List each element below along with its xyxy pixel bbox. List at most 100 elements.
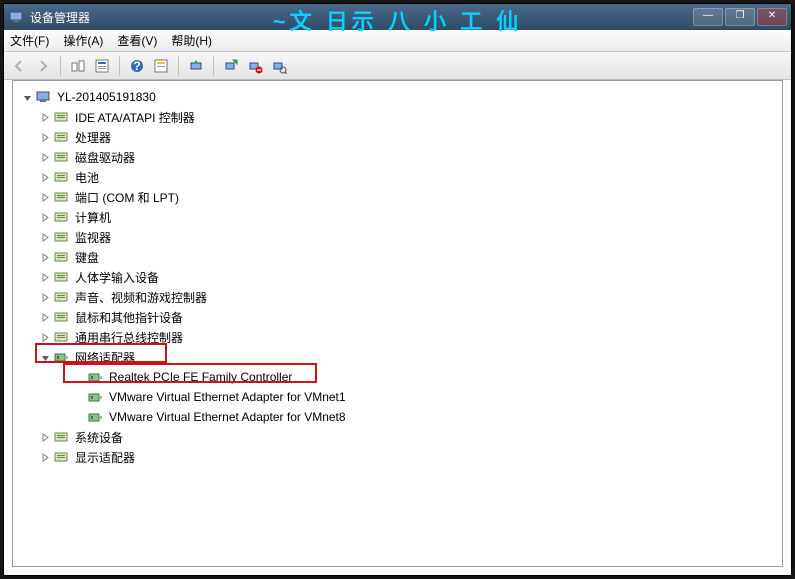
device-icon (53, 449, 69, 465)
tree-category-10[interactable]: 鼠标和其他指针设备 (17, 307, 778, 327)
back-button (8, 55, 30, 77)
tree-pane[interactable]: YL-201405191830 IDE ATA/ATAPI 控制器处理器磁盘驱动器… (12, 80, 783, 567)
maximize-button[interactable]: ❐ (725, 8, 755, 26)
device-icon (53, 129, 69, 145)
menu-help[interactable]: 帮助(H) (171, 32, 212, 49)
expander-icon[interactable] (39, 111, 51, 123)
menu-file[interactable]: 文件(F) (10, 32, 49, 49)
tree-category-0[interactable]: IDE ATA/ATAPI 控制器 (17, 107, 778, 127)
properties-button[interactable] (150, 55, 172, 77)
uninstall-button[interactable] (220, 55, 242, 77)
expander-icon[interactable] (73, 391, 85, 403)
device-icon (53, 229, 69, 245)
expander-icon[interactable] (21, 91, 33, 103)
tree-category-4[interactable]: 端口 (COM 和 LPT) (17, 187, 778, 207)
toolbar-separator (60, 56, 61, 76)
toolbar-separator (213, 56, 214, 76)
tree-item-label: YL-201405191830 (55, 89, 158, 105)
tree-item-label: 通用串行总线控制器 (73, 328, 185, 347)
tree-item-label: 磁盘驱动器 (73, 148, 137, 167)
expander-icon[interactable] (73, 411, 85, 423)
toolbar-separator (119, 56, 120, 76)
expander-icon[interactable] (39, 431, 51, 443)
forward-button (32, 55, 54, 77)
tree-device-12-2[interactable]: VMware Virtual Ethernet Adapter for VMne… (17, 407, 778, 427)
tree-category-11[interactable]: 通用串行总线控制器 (17, 327, 778, 347)
tree-category-1[interactable]: 处理器 (17, 127, 778, 147)
expander-icon[interactable] (39, 171, 51, 183)
expander-icon[interactable] (39, 351, 51, 363)
tree-root[interactable]: YL-201405191830 (17, 87, 778, 107)
device-icon (53, 429, 69, 445)
toolbar-separator (178, 56, 179, 76)
device-icon (53, 309, 69, 325)
device-manager-window: 设备管理器 — ❐ ✕ ~文 日示 八 小 工 仙 文件(F) 操作(A) 查看… (3, 3, 792, 576)
tree-item-label: 系统设备 (73, 428, 125, 447)
toolbar: ? (4, 52, 791, 80)
svg-text:?: ? (133, 59, 140, 73)
tree-item-label: 鼠标和其他指针设备 (73, 308, 185, 327)
expander-icon[interactable] (39, 231, 51, 243)
device-icon (87, 369, 103, 385)
device-icon (53, 109, 69, 125)
app-icon (8, 9, 24, 25)
tree-category-6[interactable]: 监视器 (17, 227, 778, 247)
device-icon (53, 249, 69, 265)
disable-button[interactable] (244, 55, 266, 77)
minimize-button[interactable]: — (693, 8, 723, 26)
tree-category-13[interactable]: 系统设备 (17, 427, 778, 447)
tree-item-label: 显示适配器 (73, 448, 137, 467)
menu-view[interactable]: 查看(V) (117, 32, 157, 49)
expander-icon[interactable] (39, 311, 51, 323)
device-icon (87, 389, 103, 405)
device-icon (53, 349, 69, 365)
tree-item-label: 监视器 (73, 228, 113, 247)
device-icon (53, 209, 69, 225)
expander-icon[interactable] (73, 371, 85, 383)
expander-icon[interactable] (39, 131, 51, 143)
window-controls: — ❐ ✕ (693, 8, 787, 26)
tree-category-8[interactable]: 人体学输入设备 (17, 267, 778, 287)
tree-device-12-0[interactable]: Realtek PCIe FE Family Controller (17, 367, 778, 387)
tree-category-2[interactable]: 磁盘驱动器 (17, 147, 778, 167)
expander-icon[interactable] (39, 211, 51, 223)
scan-hardware-button[interactable] (268, 55, 290, 77)
tree-category-14[interactable]: 显示适配器 (17, 447, 778, 467)
tree-category-3[interactable]: 电池 (17, 167, 778, 187)
tree-item-label: 键盘 (73, 248, 101, 267)
tree-item-label: VMware Virtual Ethernet Adapter for VMne… (107, 389, 348, 405)
tree-item-label: 网络适配器 (73, 348, 137, 367)
tree-category-5[interactable]: 计算机 (17, 207, 778, 227)
device-icon (87, 409, 103, 425)
menu-bar: 文件(F) 操作(A) 查看(V) 帮助(H) (4, 30, 791, 52)
device-icon (53, 189, 69, 205)
expander-icon[interactable] (39, 331, 51, 343)
expander-icon[interactable] (39, 451, 51, 463)
device-icon (53, 149, 69, 165)
tree-category-12[interactable]: 网络适配器 (17, 347, 778, 367)
show-hidden-button[interactable] (67, 55, 89, 77)
tree-item-label: 处理器 (73, 128, 113, 147)
tree-item-label: VMware Virtual Ethernet Adapter for VMne… (107, 409, 348, 425)
tree-device-12-1[interactable]: VMware Virtual Ethernet Adapter for VMne… (17, 387, 778, 407)
view-button[interactable] (91, 55, 113, 77)
tree-category-7[interactable]: 键盘 (17, 247, 778, 267)
tree-category-9[interactable]: 声音、视频和游戏控制器 (17, 287, 778, 307)
window-title: 设备管理器 (30, 9, 693, 26)
update-driver-button[interactable] (185, 55, 207, 77)
close-button[interactable]: ✕ (757, 8, 787, 26)
expander-icon[interactable] (39, 191, 51, 203)
title-bar[interactable]: 设备管理器 — ❐ ✕ (4, 4, 791, 30)
tree-item-label: 人体学输入设备 (73, 268, 161, 287)
menu-action[interactable]: 操作(A) (63, 32, 103, 49)
expander-icon[interactable] (39, 291, 51, 303)
tree-item-label: Realtek PCIe FE Family Controller (107, 369, 294, 385)
help-button[interactable]: ? (126, 55, 148, 77)
expander-icon[interactable] (39, 271, 51, 283)
device-tree: YL-201405191830 IDE ATA/ATAPI 控制器处理器磁盘驱动器… (13, 81, 782, 487)
tree-item-label: 声音、视频和游戏控制器 (73, 288, 209, 307)
expander-icon[interactable] (39, 151, 51, 163)
tree-item-label: 电池 (73, 168, 101, 187)
expander-icon[interactable] (39, 251, 51, 263)
device-icon (53, 289, 69, 305)
